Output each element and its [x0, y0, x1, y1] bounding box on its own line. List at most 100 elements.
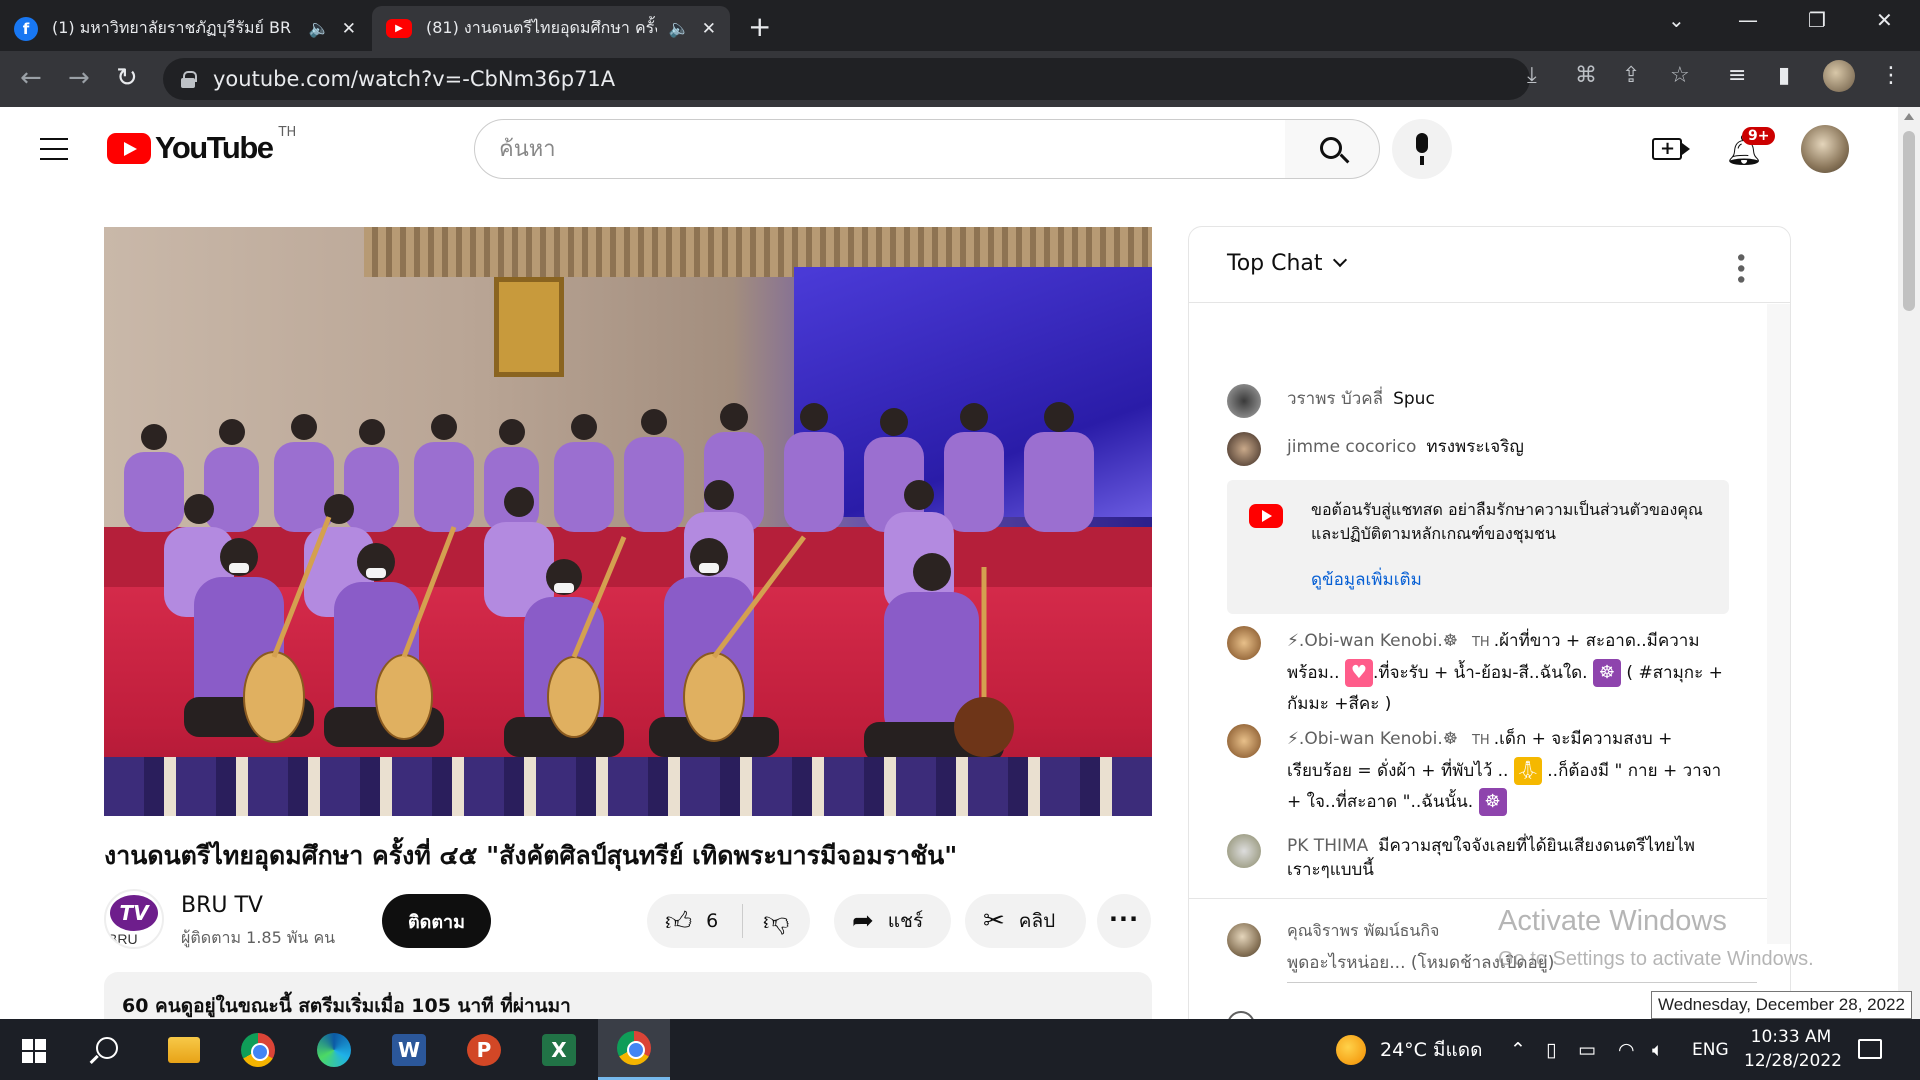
account-avatar[interactable]: [1801, 125, 1849, 173]
search-box: [474, 119, 1286, 179]
battery-icon[interactable]: ▭: [1578, 1019, 1596, 1080]
address-toolbar: ← → ↻ youtube.com/watch?v=-CbNm36p71A ⤓ …: [0, 51, 1920, 107]
chat-message[interactable]: ⚡.Obi-wan Kenobi.☸ TH .ผ้าที่ขาว + สะอาด..…: [1227, 626, 1737, 720]
speaker-icon[interactable]: 🔈: [669, 19, 690, 39]
volume-icon[interactable]: 🔈︎: [1652, 1019, 1663, 1080]
chat-author: ⚡.Obi-wan Kenobi.☸: [1287, 729, 1458, 749]
subscribe-button[interactable]: ติดตาม: [382, 894, 491, 948]
powerpoint-app[interactable]: P: [448, 1019, 520, 1080]
chat-author: ⚡.Obi-wan Kenobi.☸: [1287, 631, 1458, 651]
menu-icon[interactable]: [40, 138, 68, 160]
youtube-logo[interactable]: YouTube TH: [107, 125, 296, 166]
channel-avatar[interactable]: TV BRU: [104, 889, 164, 949]
chat-message[interactable]: วราพร บัวคลี่ Spuc: [1227, 384, 1737, 418]
taskbar-clock[interactable]: 10:33 AM 12/28/2022: [1744, 1025, 1842, 1073]
chrome-icon: [617, 1031, 651, 1065]
folder-icon: [168, 1036, 200, 1063]
user-avatar: [1227, 923, 1261, 957]
side-panel-icon[interactable]: ▮: [1778, 63, 1790, 88]
learn-more-link[interactable]: ดูข้อมูลเพิ่มเติม: [1311, 566, 1422, 593]
reload-icon[interactable]: ↻: [116, 63, 138, 93]
channel-logo-text: TV: [110, 895, 158, 931]
chat-author: วราพร บัวคลี่: [1287, 389, 1384, 409]
excel-app[interactable]: X: [523, 1019, 595, 1080]
url-text: youtube.com/watch?v=-CbNm36p71A: [213, 67, 616, 91]
chat-message[interactable]: PK THIMA มีความสุขใจจังเลยที่ได้ยินเสียงด…: [1227, 834, 1737, 882]
more-actions-button[interactable]: ···: [1097, 894, 1151, 948]
tray-chevron-up-icon[interactable]: ⌃: [1510, 1019, 1526, 1080]
clock-date: 12/28/2022: [1744, 1051, 1842, 1071]
tab-facebook[interactable]: f (1) มหาวิทยาลัยราชภัฏบุรีรัมย์ BR 🔈 ✕: [0, 6, 370, 51]
share-page-icon[interactable]: ⇪: [1622, 63, 1640, 88]
lock-icon[interactable]: [181, 71, 197, 88]
heart-emoji-icon: ♥: [1344, 659, 1373, 687]
chat-scrollbar[interactable]: [1767, 304, 1790, 944]
share-button[interactable]: ➦ แชร์: [834, 894, 951, 948]
speaker-icon[interactable]: 🔈: [309, 19, 330, 39]
chat-message[interactable]: jimme cocorico ทรงพระเจริญ: [1227, 432, 1737, 466]
windows-start-icon[interactable]: [22, 1039, 46, 1063]
chat-author: jimme cocorico: [1287, 437, 1417, 457]
close-window-icon[interactable]: ✕: [1876, 8, 1893, 32]
chat-avatar: [1227, 626, 1261, 660]
scroll-up-icon[interactable]: [1904, 113, 1914, 120]
media-control-icon[interactable]: ≡: [1728, 63, 1746, 88]
close-tab-icon[interactable]: ✕: [702, 19, 716, 39]
sun-icon: [1336, 1034, 1366, 1065]
wifi-icon[interactable]: ◠: [1618, 1019, 1635, 1080]
chat-more-icon[interactable]: •••: [1727, 251, 1752, 284]
country-code: TH: [278, 124, 297, 140]
install-icon[interactable]: ⤓: [1527, 63, 1537, 88]
search-button[interactable]: [1285, 119, 1380, 179]
close-tab-icon[interactable]: ✕: [342, 19, 356, 39]
weather-widget[interactable]: 24°C มีแดด: [1336, 1019, 1482, 1080]
dislike-button[interactable]: 👎︎: [743, 906, 789, 937]
browser-tab-bar: f (1) มหาวิทยาลัยราชภัฏบุรีรัมย์ BR 🔈 ✕ …: [0, 0, 1920, 51]
page-scrollbar[interactable]: [1898, 107, 1920, 1019]
bookmark-star-icon[interactable]: ☆: [1670, 63, 1690, 88]
new-tab-icon[interactable]: +: [748, 10, 771, 43]
notification-center-icon[interactable]: [1858, 1039, 1882, 1059]
browser-profile-avatar[interactable]: [1823, 60, 1855, 92]
thumbs-down-icon: 👎︎: [763, 906, 790, 937]
language-indicator[interactable]: ENG: [1692, 1019, 1729, 1080]
share-label: แชร์: [887, 910, 924, 932]
clip-button[interactable]: ✂ คลิป: [965, 894, 1086, 948]
edge-app[interactable]: [298, 1019, 370, 1080]
mic-icon: [1416, 133, 1428, 153]
taskbar-search-icon[interactable]: [96, 1037, 118, 1059]
chat-welcome-notice: ขอต้อนรับสู่แชทสด อย่าลืมรักษาความเป็นส่…: [1227, 480, 1729, 614]
device-icon[interactable]: ▯: [1546, 1019, 1556, 1080]
like-button[interactable]: 👍︎ 6: [647, 904, 743, 938]
excel-icon: X: [542, 1033, 576, 1066]
file-explorer-app[interactable]: [148, 1019, 220, 1080]
browser-menu-icon[interactable]: ⋮: [1880, 63, 1902, 88]
country-badge: TH: [1471, 635, 1490, 650]
back-icon[interactable]: ←: [20, 63, 42, 93]
word-app[interactable]: W: [373, 1019, 445, 1080]
create-video-icon[interactable]: +: [1652, 138, 1690, 160]
url-bar[interactable]: youtube.com/watch?v=-CbNm36p71A: [163, 58, 1530, 100]
dharma-wheel-emoji-icon: ☸: [1478, 788, 1507, 816]
search-input[interactable]: [499, 136, 1285, 162]
minimize-icon[interactable]: —: [1738, 8, 1758, 32]
chat-avatar: [1227, 834, 1261, 868]
video-player[interactable]: [104, 227, 1152, 816]
forward-icon[interactable]: →: [68, 63, 90, 93]
chrome-active-app[interactable]: [598, 1019, 670, 1080]
chat-user-name: คุณจิราพร พัฒน์ธนกิจ: [1287, 921, 1440, 940]
chat-text: Spuc: [1393, 389, 1435, 409]
chrome-app[interactable]: [222, 1019, 294, 1080]
voice-search-button[interactable]: [1392, 119, 1452, 179]
country-badge: TH: [1471, 733, 1490, 748]
tab-search-icon[interactable]: ⌄: [1668, 8, 1685, 32]
scroll-thumb[interactable]: [1903, 131, 1915, 311]
musicians-scene: [124, 402, 1094, 762]
top-chat-dropdown[interactable]: Top Chat: [1227, 251, 1347, 276]
channel-name[interactable]: BRU TV: [181, 893, 263, 918]
tab-youtube[interactable]: ▶ (81) งานดนตรีไทยอุดมศึกษา ครั้ง 🔈 ✕: [372, 6, 730, 51]
translate-icon[interactable]: ⌘: [1575, 63, 1597, 88]
chat-avatar: [1227, 724, 1261, 758]
chat-message[interactable]: ⚡.Obi-wan Kenobi.☸ TH .เด็ก + จะมีความสงบ …: [1227, 724, 1737, 818]
restore-icon[interactable]: ❐: [1808, 8, 1826, 32]
